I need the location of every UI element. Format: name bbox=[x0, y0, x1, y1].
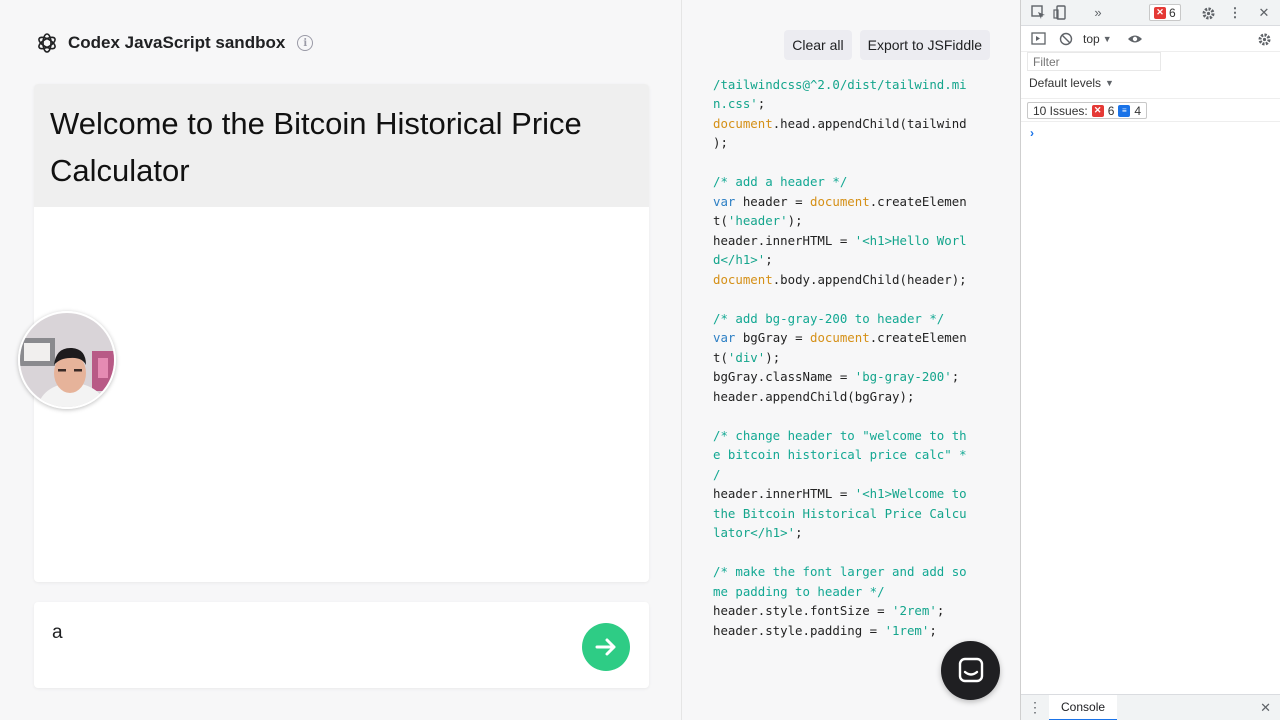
code-block: /tailwindcss@^2.0/dist/tailwind.mi n.css… bbox=[713, 55, 993, 640]
issues-row: 10 Issues: ✕ 6 ≡ 4 bbox=[1021, 98, 1280, 122]
arrow-right-icon bbox=[595, 638, 616, 656]
more-tabs-icon[interactable]: » bbox=[1087, 2, 1109, 24]
console-prompt[interactable]: › bbox=[1030, 126, 1034, 140]
app-header: Codex JavaScript sandbox i bbox=[34, 28, 314, 58]
info-icon[interactable]: i bbox=[297, 35, 314, 51]
dropdown-arrow-icon: ▼ bbox=[1102, 33, 1112, 44]
code-line: header.style.fontSize = '2rem'; bbox=[713, 603, 945, 618]
code-line: document.head.appendChild(tailwind bbox=[713, 115, 967, 131]
close-drawer-icon[interactable]: ✕ bbox=[1260, 700, 1271, 716]
error-icon: ✕ bbox=[1154, 6, 1166, 19]
settings-gear-icon[interactable] bbox=[1197, 2, 1219, 24]
code-line: header.innerHTML = '<h1>Welcome to bbox=[713, 486, 967, 501]
code-comment: /* add bg-gray-200 to header */ bbox=[713, 310, 945, 326]
code-line: t('header'); bbox=[713, 213, 803, 228]
error-icon: ✕ bbox=[1091, 104, 1104, 117]
inspect-element-icon[interactable] bbox=[1027, 2, 1049, 24]
code-line: lator</h1>'; bbox=[713, 525, 803, 540]
device-toolbar-icon[interactable] bbox=[1049, 2, 1071, 24]
tab-console[interactable]: Console bbox=[1049, 694, 1118, 720]
console-settings-gear-icon[interactable] bbox=[1253, 28, 1275, 50]
chat-icon bbox=[958, 657, 983, 682]
code-line: d</h1>'; bbox=[713, 252, 773, 267]
code-line: header.style.padding = '1rem'; bbox=[713, 622, 937, 638]
code-toolbar: Clear all Export to JSFiddle bbox=[784, 30, 990, 60]
context-label: top bbox=[1083, 31, 1100, 46]
context-selector[interactable]: top ▼ bbox=[1083, 32, 1112, 46]
openai-logo-icon bbox=[34, 30, 60, 56]
code-comment: e bitcoin historical price calc" * bbox=[713, 447, 967, 462]
chat-widget-button[interactable] bbox=[941, 641, 1000, 700]
log-levels-dropdown[interactable]: Default levels ▼ bbox=[1029, 76, 1114, 90]
code-line: the Bitcoin Historical Price Calcu bbox=[713, 505, 967, 521]
code-line: document.body.appendChild(header); bbox=[713, 271, 967, 287]
console-filter-input[interactable] bbox=[1027, 52, 1161, 71]
code-line: t('div'); bbox=[713, 349, 781, 365]
dropdown-arrow-icon: ▼ bbox=[1105, 78, 1114, 88]
webcam-overlay bbox=[18, 311, 116, 409]
clear-all-button[interactable]: Clear all bbox=[784, 30, 852, 60]
code-line: header.innerHTML = '<h1>Hello Worl bbox=[713, 232, 967, 248]
code-line: var header = document.createElemen bbox=[713, 193, 967, 209]
export-jsfiddle-button[interactable]: Export to JSFiddle bbox=[859, 30, 990, 60]
console-toolbar: top ▼ bbox=[1021, 26, 1280, 52]
issues-button[interactable]: 10 Issues: ✕ 6 ≡ 4 bbox=[1027, 102, 1148, 119]
log-levels-label: Default levels bbox=[1029, 76, 1102, 90]
error-count: 6 bbox=[1169, 5, 1176, 20]
live-expression-eye-icon[interactable] bbox=[1124, 28, 1146, 50]
kebab-menu-icon[interactable]: ⋮ bbox=[1224, 2, 1246, 24]
prompt-input[interactable] bbox=[52, 618, 572, 648]
code-pane: /tailwindcss@^2.0/dist/tailwind.mi n.css… bbox=[681, 0, 1020, 720]
code-comment: / bbox=[713, 466, 721, 482]
devtools-topbar: » ✕ 6 ⋮ ✕ bbox=[1021, 0, 1280, 26]
issues-error-count: 6 bbox=[1107, 103, 1115, 118]
send-button[interactable] bbox=[582, 623, 630, 671]
code-line: ); bbox=[713, 135, 728, 150]
preview-frame: Welcome to the Bitcoin Historical Price … bbox=[34, 84, 649, 582]
code-comment: /* add a header */ bbox=[713, 174, 848, 189]
clear-console-icon[interactable] bbox=[1055, 28, 1077, 50]
code-line: bgGray.className = 'bg-gray-200'; bbox=[713, 369, 960, 384]
preview-header: Welcome to the Bitcoin Historical Price … bbox=[34, 84, 649, 207]
preview-heading: Welcome to the Bitcoin Historical Price … bbox=[50, 106, 582, 188]
code-comment: /* change header to "welcome to th bbox=[713, 427, 967, 443]
close-devtools-icon[interactable]: ✕ bbox=[1253, 2, 1275, 24]
code-line: /tailwindcss@^2.0/dist/tailwind.mi bbox=[713, 76, 967, 92]
info-message-icon: ≡ bbox=[1118, 104, 1131, 117]
code-comment: me padding to header */ bbox=[713, 583, 885, 599]
error-count-badge[interactable]: ✕ 6 bbox=[1149, 4, 1181, 21]
code-comment: /* make the font larger and add so bbox=[713, 564, 967, 579]
sidebar-toggle-icon[interactable] bbox=[1027, 28, 1049, 50]
issues-info-count: 4 bbox=[1134, 103, 1142, 118]
code-line: n.css'; bbox=[713, 96, 766, 111]
prompt-box bbox=[34, 602, 649, 688]
code-line: header.appendChild(bgGray); bbox=[713, 388, 915, 404]
code-line: var bgGray = document.createElemen bbox=[713, 330, 967, 345]
devtools-panel: » ✕ 6 ⋮ ✕ top ▼ Default levels ▼ bbox=[1020, 0, 1280, 720]
drawer-menu-icon[interactable]: ⋮ bbox=[1021, 699, 1049, 716]
sandbox-pane: Codex JavaScript sandbox i Welcome to th… bbox=[0, 0, 680, 720]
devtools-drawer: ⋮ Console ✕ bbox=[1021, 694, 1280, 720]
app-title: Codex JavaScript sandbox bbox=[68, 33, 286, 52]
issues-label: 10 Issues: bbox=[1033, 103, 1088, 118]
